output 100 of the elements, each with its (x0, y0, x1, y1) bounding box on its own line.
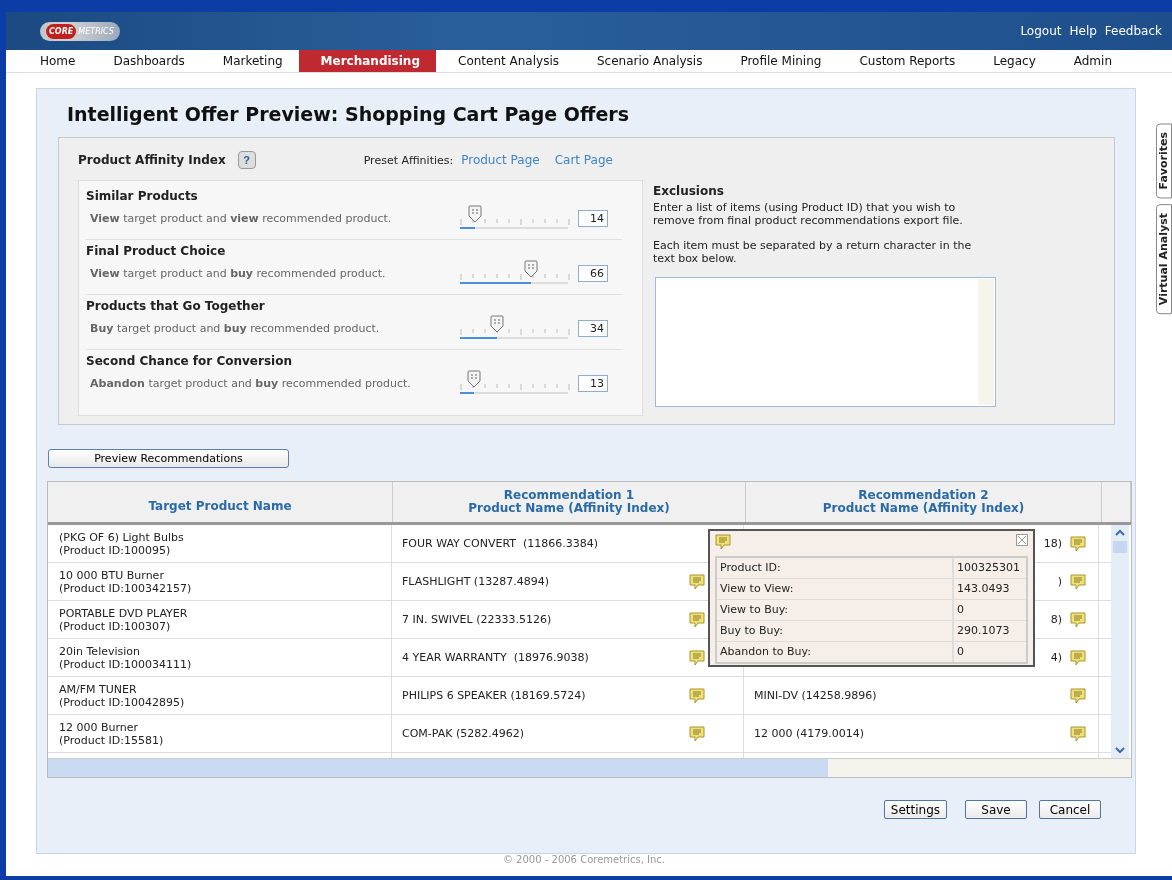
section-title: Exclusions (653, 184, 725, 198)
help-button[interactable]: ? (237, 151, 256, 169)
table-cell: 12 000 Burner (Product ID:15581) (48, 715, 392, 752)
slider-thumb[interactable] (524, 260, 539, 278)
nav-tab[interactable]: Profile Mining (718, 50, 838, 72)
logo-word: METRICS (78, 26, 114, 36)
detail-value: 0 (956, 602, 964, 618)
tick-marks-icon (460, 382, 570, 390)
value-field[interactable]: 34 (578, 319, 608, 337)
detail-label: Buy to Buy: (717, 621, 954, 641)
detail-label: View to View: (717, 579, 954, 599)
slider[interactable] (460, 207, 568, 229)
copyright-text: © 2000 - 2006 Coremetrics, Inc. (501, 854, 667, 867)
table-cell: 7 IN. SWIVEL (22333.5126) (402, 613, 552, 626)
table-cell: PHILIPS 6 SPEAKER (18169.5724) (402, 689, 586, 702)
affinity-description: Buy target product and buy recommended product. (90, 321, 381, 335)
slider-thumb[interactable] (467, 370, 482, 388)
table-cell: 4) (1050, 651, 1062, 664)
scroll-thumb[interactable] (1113, 541, 1127, 553)
nav-tab[interactable]: Merchandising (298, 50, 436, 72)
nav-tab[interactable]: Home (18, 50, 92, 72)
nav-tab[interactable]: Content Analysis (436, 50, 575, 72)
header-link[interactable]: Feedback (1104, 24, 1162, 38)
preset-label: Preset Affinities: (363, 153, 454, 167)
column-header: Recommendation 2 Product Name (Affinity Index) (746, 482, 1102, 522)
header-link[interactable]: Logout (1020, 24, 1062, 38)
scroll-up-icon[interactable] (1114, 528, 1126, 538)
table-cell: AM/FM TUNER (Product ID:10042895) (48, 677, 392, 714)
table-cell: 10 000 BTU Burner (Product ID:100342157) (48, 563, 392, 600)
column-header: Target Product Name (48, 482, 393, 522)
slider[interactable] (460, 372, 568, 394)
action-button[interactable]: Save (965, 800, 1027, 819)
table-cell: (PKG OF 6) Light Bulbs (Product ID:100095) (48, 525, 392, 562)
table-cell: 8) (1050, 613, 1062, 626)
tick-marks-icon (460, 272, 570, 280)
close-icon[interactable] (1016, 534, 1028, 546)
value-field[interactable]: 14 (578, 209, 608, 227)
scrollbar[interactable] (1111, 525, 1129, 758)
side-tab[interactable]: Virtual Analyst (1156, 204, 1172, 315)
detail-label: View to Buy: (717, 600, 954, 620)
affinity-name: Second Chance for Conversion (86, 354, 293, 368)
affinity-description: Abandon target product and buy recommended product. (90, 376, 412, 390)
instruction-text: Enter a list of items (using Product ID) that you wish to remove from final product recommendations export file. (653, 201, 964, 227)
nav-tab[interactable]: Legacy (971, 50, 1052, 72)
scroll-down-icon[interactable] (1114, 745, 1126, 755)
affinity-name: Products that Go Together (86, 299, 266, 313)
scrollbar[interactable] (978, 279, 994, 405)
affinity-name: Similar Products (86, 189, 199, 203)
comment-icon (715, 534, 731, 550)
detail-value: 100325301 (956, 560, 1020, 576)
nav-tab[interactable]: Admin (1051, 50, 1128, 72)
preview-button[interactable]: Preview Recommendations (48, 449, 289, 468)
comment-icon[interactable] (1070, 725, 1086, 742)
detail-label: Product ID: (717, 558, 954, 578)
affinity-description: View target product and view recommended product. (90, 211, 393, 225)
column-header: Recommendation 1 Product Name (Affinity Index) (393, 482, 746, 522)
scrollbar[interactable] (48, 758, 1131, 777)
table-cell: 20in Television (Product ID:100034111) (48, 639, 392, 676)
value-field[interactable]: 13 (578, 374, 608, 392)
slider-thumb[interactable] (489, 315, 504, 333)
side-tab[interactable]: Favorites (1156, 123, 1172, 199)
table-cell: MINI-DV (14258.9896) (754, 689, 877, 702)
comment-icon[interactable] (689, 725, 705, 742)
action-button[interactable]: Settings (883, 800, 947, 819)
action-button[interactable]: Cancel (1039, 800, 1101, 819)
nav-tab[interactable]: Custom Reports (837, 50, 972, 72)
nav-tab[interactable]: Marketing (200, 50, 299, 72)
preset-link[interactable]: Product Page (461, 153, 540, 167)
slider[interactable] (460, 317, 568, 339)
detail-value: 290.1073 (956, 623, 1010, 639)
comment-icon[interactable] (1070, 535, 1086, 552)
header-link[interactable]: Help (1069, 24, 1097, 38)
detail-value: 143.0493 (956, 581, 1010, 597)
detail-label: Abandon to Buy: (717, 642, 954, 662)
comment-icon[interactable] (1070, 687, 1086, 704)
comment-icon[interactable] (1070, 611, 1086, 628)
nav-tab[interactable]: Scenario Analysis (575, 50, 719, 72)
table-cell: COM-PAK (5282.4962) (402, 727, 525, 740)
comment-icon[interactable] (1070, 649, 1086, 666)
comment-icon[interactable] (689, 573, 705, 590)
tick-marks-icon (460, 327, 570, 335)
table-cell: FLASHLIGHT (13287.4894) (402, 575, 549, 588)
page-title: Intelligent Offer Preview: Shopping Cart Page Offers (67, 103, 630, 125)
table-cell: 4 YEAR WARRANTY (18976.9038) (402, 651, 589, 664)
comment-icon[interactable] (689, 687, 705, 704)
comment-icon[interactable] (1070, 573, 1086, 590)
comment-icon[interactable] (689, 649, 705, 666)
table-cell: PORTABLE DVD PLAYER (Product ID:100307) (48, 601, 392, 638)
section-title: Product Affinity Index (78, 153, 226, 167)
nav-tab[interactable]: Dashboards (91, 50, 201, 72)
table-cell: ) (1057, 575, 1062, 588)
affinity-description: View target product and buy recommended product. (90, 266, 387, 280)
tick-marks-icon (460, 217, 570, 225)
slider[interactable] (460, 262, 568, 284)
exclusions-field[interactable] (655, 277, 996, 407)
value-field[interactable]: 66 (578, 264, 608, 282)
slider-thumb[interactable] (468, 205, 483, 223)
affinity-name: Final Product Choice (86, 244, 227, 258)
comment-icon[interactable] (689, 611, 705, 628)
instruction-text: Each item must be separated by a return character in the text box below. (653, 239, 973, 265)
